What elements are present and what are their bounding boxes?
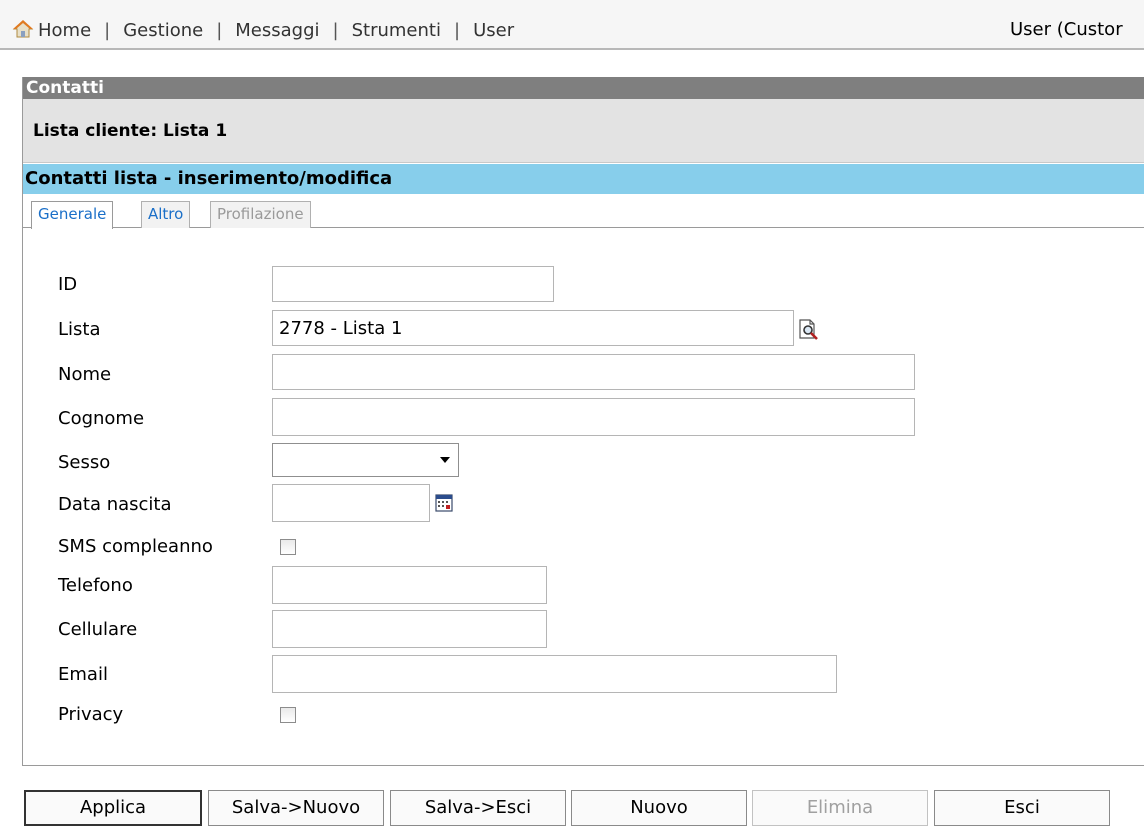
list-title: Lista cliente: Lista 1 — [33, 121, 228, 141]
sesso-label: Sesso — [58, 452, 111, 473]
data-nascita-label: Data nascita — [58, 494, 172, 515]
chevron-down-icon[interactable] — [440, 457, 450, 463]
cellulare-field[interactable] — [272, 610, 547, 648]
telefono-label: Telefono — [58, 575, 133, 596]
esci-button[interactable]: Esci — [934, 790, 1110, 826]
section-title: Contatti lista - inserimento/modifica — [23, 164, 1144, 194]
nav-separator: | — [332, 20, 339, 41]
lista-label: Lista — [58, 319, 101, 340]
nav-gestione[interactable]: Gestione — [123, 20, 203, 42]
tab-profilazione: Profilazione — [210, 201, 311, 228]
sesso-select[interactable] — [272, 443, 459, 477]
tab-altro[interactable]: Altro — [141, 201, 191, 228]
nome-field[interactable] — [272, 354, 915, 390]
email-field[interactable] — [272, 655, 837, 693]
tab-generale[interactable]: Generale — [31, 201, 114, 229]
home-icon[interactable] — [12, 19, 34, 39]
data-nascita-field[interactable] — [272, 484, 430, 522]
panel-title: Contatti — [23, 77, 1144, 99]
nav-home[interactable]: Home — [38, 20, 91, 42]
nav-separator: | — [453, 20, 461, 41]
top-navigation-bar: Home | Gestione | Messaggi | Strumenti | User Us… — [0, 0, 1144, 50]
telefono-field[interactable] — [272, 566, 547, 604]
tab-bar: Generale Altro Profilazione — [23, 194, 1144, 229]
nav-user[interactable]: User — [473, 20, 514, 42]
privacy-label: Privacy — [58, 704, 124, 725]
nuovo-button[interactable]: Nuovo — [571, 790, 747, 826]
nav-strumenti[interactable]: Strumenti — [352, 20, 441, 42]
current-user-label[interactable]: User (Custor — [1010, 19, 1144, 41]
privacy-checkbox[interactable] — [280, 707, 296, 723]
nav-messaggi[interactable]: Messaggi — [235, 20, 319, 42]
calendar-icon[interactable] — [434, 493, 454, 513]
lista-field[interactable] — [272, 310, 794, 346]
lookup-icon[interactable] — [797, 318, 821, 342]
sms-compleanno-checkbox[interactable] — [280, 539, 296, 555]
nav-separator: | — [104, 20, 111, 41]
sms-compleanno-label: SMS compleanno — [58, 536, 213, 557]
email-label: Email — [58, 664, 108, 685]
cellulare-label: Cellulare — [58, 619, 138, 640]
cognome-label: Cognome — [58, 408, 145, 429]
nav-menu: Home | Gestione | Messaggi | Strumenti | User — [12, 19, 514, 42]
cognome-field[interactable] — [272, 398, 915, 436]
salva-nuovo-button[interactable]: Salva->Nuovo — [208, 790, 384, 826]
id-field[interactable] — [272, 266, 554, 302]
elimina-button: Elimina — [752, 790, 928, 826]
id-label: ID — [58, 274, 78, 295]
nome-label: Nome — [58, 364, 112, 385]
salva-esci-button[interactable]: Salva->Esci — [390, 790, 566, 826]
list-info-box: Lista cliente: Lista 1 — [23, 99, 1144, 163]
nav-separator: | — [216, 20, 223, 41]
applica-button[interactable]: Applica — [24, 790, 202, 826]
